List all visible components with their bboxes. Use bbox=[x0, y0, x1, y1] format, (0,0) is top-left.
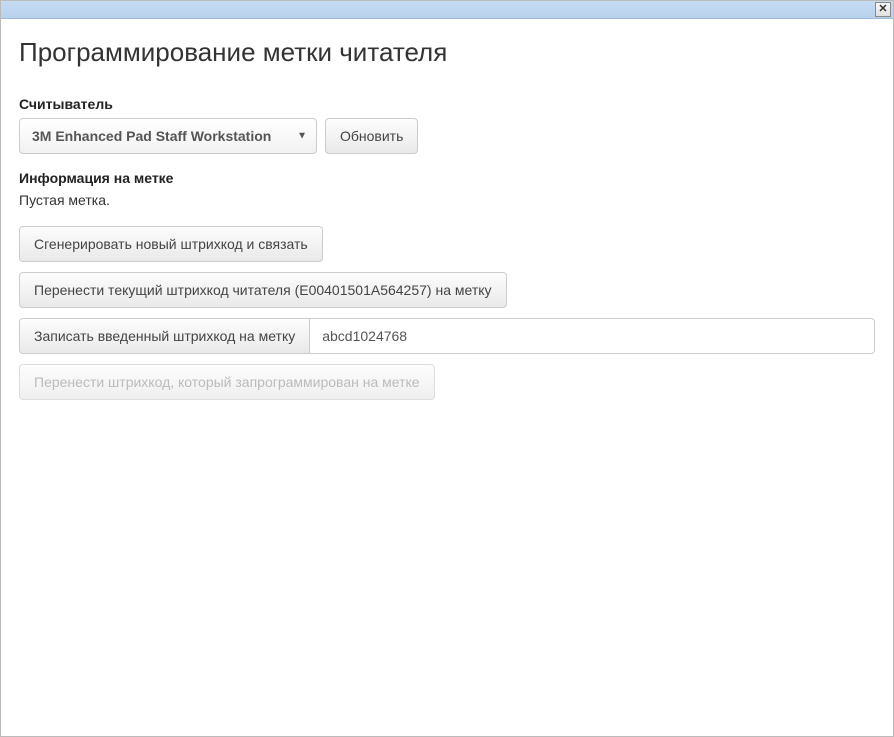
write-barcode-group: Записать введенный штрихкод на метку bbox=[19, 318, 875, 354]
transfer-programmed-barcode-button[interactable]: Перенести штрихкод, который запрограммир… bbox=[19, 364, 435, 400]
reader-label: Считыватель bbox=[19, 96, 875, 112]
barcode-input[interactable] bbox=[309, 318, 875, 354]
tag-info-label: Информация на метке bbox=[19, 170, 875, 186]
title-bar: ✕ bbox=[1, 1, 893, 19]
dialog-window: ✕ Программирование метки читателя Считыв… bbox=[0, 0, 894, 737]
generate-barcode-button[interactable]: Сгенерировать новый штрихкод и связать bbox=[19, 226, 323, 262]
close-icon: ✕ bbox=[878, 4, 887, 15]
reader-select[interactable]: 3M Enhanced Pad Staff Workstation bbox=[19, 118, 317, 154]
dialog-content: Программирование метки читателя Считыват… bbox=[1, 19, 893, 418]
close-button[interactable]: ✕ bbox=[875, 2, 891, 17]
actions-stack: Сгенерировать новый штрихкод и связать П… bbox=[19, 226, 875, 400]
reader-select-wrap: 3M Enhanced Pad Staff Workstation ▼ bbox=[19, 118, 317, 154]
tag-info-status: Пустая метка. bbox=[19, 192, 875, 208]
write-entered-barcode-button[interactable]: Записать введенный штрихкод на метку bbox=[19, 318, 309, 354]
reader-row: 3M Enhanced Pad Staff Workstation ▼ Обно… bbox=[19, 118, 875, 154]
transfer-current-barcode-button[interactable]: Перенести текущий штрихкод читателя (E00… bbox=[19, 272, 507, 308]
refresh-button[interactable]: Обновить bbox=[325, 118, 418, 154]
page-title: Программирование метки читателя bbox=[19, 37, 875, 68]
